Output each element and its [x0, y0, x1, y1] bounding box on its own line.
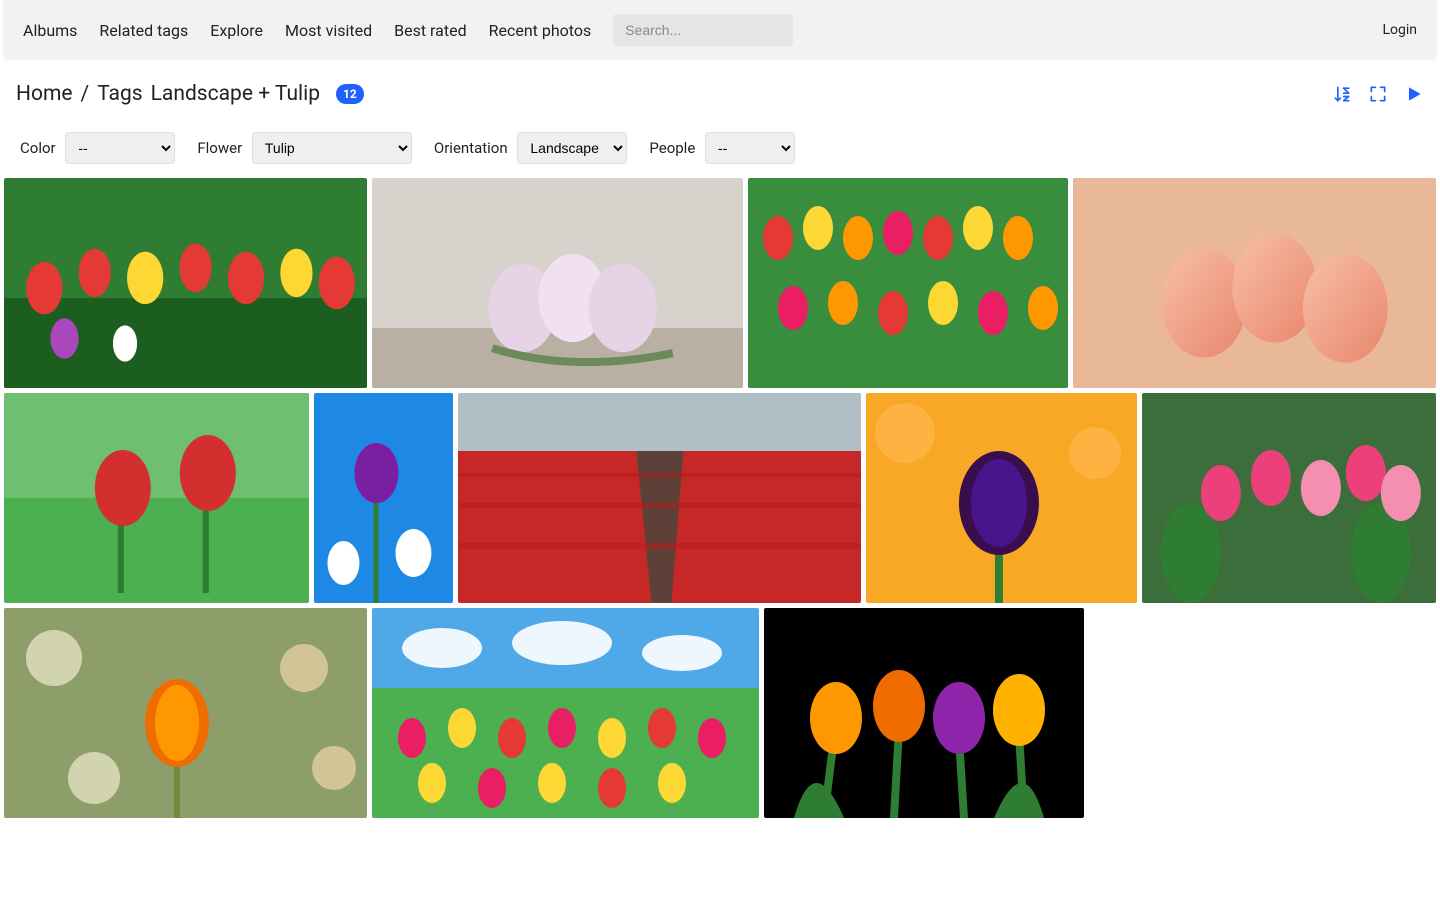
- photo-thumb[interactable]: [4, 393, 309, 603]
- photo-thumb[interactable]: [372, 178, 743, 388]
- photo-thumb[interactable]: [314, 393, 453, 603]
- sort-az-icon[interactable]: [1332, 84, 1352, 104]
- filter-color-select[interactable]: --: [65, 132, 175, 164]
- breadcrumb-tag-combo: Landscape + Tulip: [151, 82, 320, 106]
- filter-bar: Color -- Flower Tulip Orientation Landsc…: [0, 116, 1440, 178]
- view-actions: [1332, 84, 1424, 104]
- result-count-badge: 12: [336, 84, 364, 104]
- breadcrumb-home[interactable]: Home: [16, 82, 73, 106]
- filter-orientation-select[interactable]: Landscape: [517, 132, 627, 164]
- nav-most-visited[interactable]: Most visited: [285, 21, 372, 40]
- photo-thumb[interactable]: [764, 608, 1084, 818]
- filter-people-select[interactable]: --: [705, 132, 795, 164]
- nav-related-tags[interactable]: Related tags: [99, 21, 188, 40]
- nav-albums[interactable]: Albums: [23, 21, 77, 40]
- play-icon[interactable]: [1404, 84, 1424, 104]
- search-input[interactable]: [613, 14, 793, 46]
- filter-color-label: Color: [20, 139, 56, 157]
- photo-thumb[interactable]: [458, 393, 862, 603]
- nav-explore[interactable]: Explore: [210, 21, 263, 40]
- photo-thumb[interactable]: [372, 608, 759, 818]
- filter-flower-select[interactable]: Tulip: [252, 132, 412, 164]
- filter-orientation-label: Orientation: [434, 139, 508, 157]
- photo-thumb[interactable]: [1142, 393, 1436, 603]
- login-link[interactable]: Login: [1382, 22, 1417, 38]
- top-nav: Albums Related tags Explore Most visited…: [3, 0, 1437, 60]
- photo-gallery: [0, 178, 1440, 843]
- gallery-row: [4, 178, 1436, 388]
- breadcrumb: Home / Tags Landscape + Tulip 12: [16, 82, 364, 106]
- photo-thumb[interactable]: [866, 393, 1137, 603]
- gallery-row: [4, 608, 1436, 818]
- expand-icon[interactable]: [1368, 84, 1388, 104]
- photo-thumb[interactable]: [4, 178, 367, 388]
- filter-flower-label: Flower: [197, 139, 242, 157]
- nav-best-rated[interactable]: Best rated: [394, 21, 466, 40]
- photo-thumb[interactable]: [1073, 178, 1436, 388]
- breadcrumb-tags-prefix: Tags: [97, 82, 142, 106]
- breadcrumb-sep: /: [81, 82, 90, 106]
- breadcrumb-row: Home / Tags Landscape + Tulip 12: [0, 60, 1440, 116]
- filter-people-label: People: [649, 139, 695, 157]
- photo-thumb[interactable]: [4, 608, 367, 818]
- photo-thumb[interactable]: [748, 178, 1068, 388]
- nav-recent-photos[interactable]: Recent photos: [489, 21, 592, 40]
- gallery-row: [4, 393, 1436, 603]
